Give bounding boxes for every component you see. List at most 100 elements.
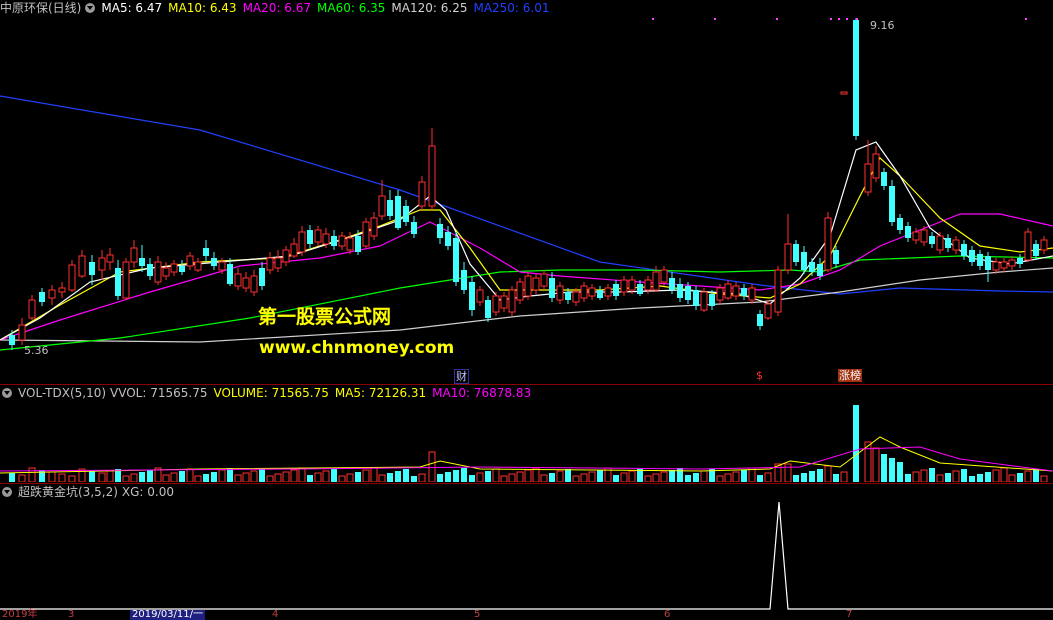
candle-body [669,278,675,290]
volume-bar [282,471,290,482]
volume-bar [234,474,242,482]
candle-body [139,258,145,266]
settings-circle-icon[interactable] [85,3,96,13]
volume-bar [644,475,652,482]
candle-body [147,264,153,276]
volume-bar [395,471,401,482]
volume-bar [508,473,516,482]
price-panel[interactable]: 中原环保(日线) MA5: 6.47 MA10: 6.43 MA20: 6.67 MA6… [0,0,1053,384]
candle-body [227,264,233,284]
candle-body [637,284,643,294]
candle-body [403,206,409,222]
settings-circle-icon[interactable] [2,388,12,398]
candle-body [170,263,178,273]
event-tag-finance[interactable]: 财 [454,369,469,384]
volume-bar [977,474,983,482]
volume-bar [961,469,967,482]
volume-bar [824,465,832,482]
volume-bar [793,475,799,482]
candle-body [418,181,426,207]
axis-month-7: 7 [846,609,853,620]
volume-bar [1008,474,1016,482]
volume-bar [453,470,459,482]
indicator-name[interactable]: 超跌黄金坑(3,5,2) [18,485,118,499]
candle-body [274,257,282,269]
settings-circle-icon[interactable] [2,487,12,497]
candle-body [355,236,361,252]
volume-bar [516,471,524,482]
volume-bar [492,468,500,482]
candle-body [685,286,691,300]
volume-bar [370,467,378,482]
candle-body [115,268,121,296]
volume-bar [597,470,603,482]
volume-bar [266,475,274,482]
candle-body [1024,231,1032,261]
candle-body [68,264,76,291]
xg-signal-line [0,501,1053,610]
event-tag-dollar[interactable]: $ [755,369,764,382]
volume-bar [700,470,708,482]
candle-body [378,195,386,217]
candle-body [764,303,772,319]
candle-body [597,290,603,298]
signal-dot [838,18,840,20]
volume-bar [613,475,619,482]
volume-bar [652,473,660,482]
price-chart[interactable] [0,0,1053,383]
candle-body [445,232,451,246]
volume-bar [418,473,426,482]
candle-body [78,255,86,277]
volume-bar [897,462,903,482]
candle-body [290,243,298,257]
volume-bar [889,458,895,482]
volume-bar [757,475,763,482]
axis-cursor-date: 2019/03/11/一 [130,609,206,620]
candle-body [106,254,114,263]
volume-bar [905,474,911,482]
volume-bar [28,467,36,482]
candle-body [693,290,699,306]
volume-bar [322,470,330,482]
candle-body [98,257,106,271]
candle-body [39,292,45,302]
volume-bar [461,468,467,482]
volume-bar [929,468,935,482]
volume-bar [485,471,491,482]
candle-body [1017,258,1023,264]
candle-body [853,20,859,136]
candle-body [203,248,209,256]
axis-month-5: 5 [474,609,481,620]
event-tag-top-gainer[interactable]: 涨榜 [838,369,862,382]
volume-bar [748,467,756,482]
candle-body [186,255,194,267]
volume-bar [130,473,138,482]
candle-body [461,270,467,290]
volume-bar [211,472,217,482]
volume-bar [403,469,409,482]
candle-body [741,288,747,296]
volume-bar [428,451,436,482]
volume-bar [89,471,95,482]
vol-indicator-name[interactable]: VOL-TDX(5,10) [18,386,106,400]
volume-bar [628,470,636,482]
candle-body [809,262,815,272]
volume-bar [68,475,76,482]
volume-bar [338,475,346,482]
indicator-chart[interactable] [0,484,1053,610]
volume-bar [912,471,920,482]
volume-bar [532,467,540,482]
stock-name[interactable]: 中原环保(日线) [0,1,81,15]
volume-bar [58,473,66,482]
ma120-label: MA120: 6.25 [391,1,468,15]
volume-bar [48,471,56,482]
candle-body [977,254,983,266]
signal-dot [856,18,858,20]
volume-bar [290,469,298,482]
volume-panel[interactable]: VOL-TDX(5,10) VVOL: 71565.75 VOLUME: 71565… [0,385,1053,482]
ma5-label: MA5: 6.47 [101,1,163,15]
indicator-panel[interactable]: 超跌黄金坑(3,5,2) XG: 0.00 [0,484,1053,610]
volume-bar [445,472,451,482]
candle-body [476,289,484,303]
candle-body [936,235,944,251]
